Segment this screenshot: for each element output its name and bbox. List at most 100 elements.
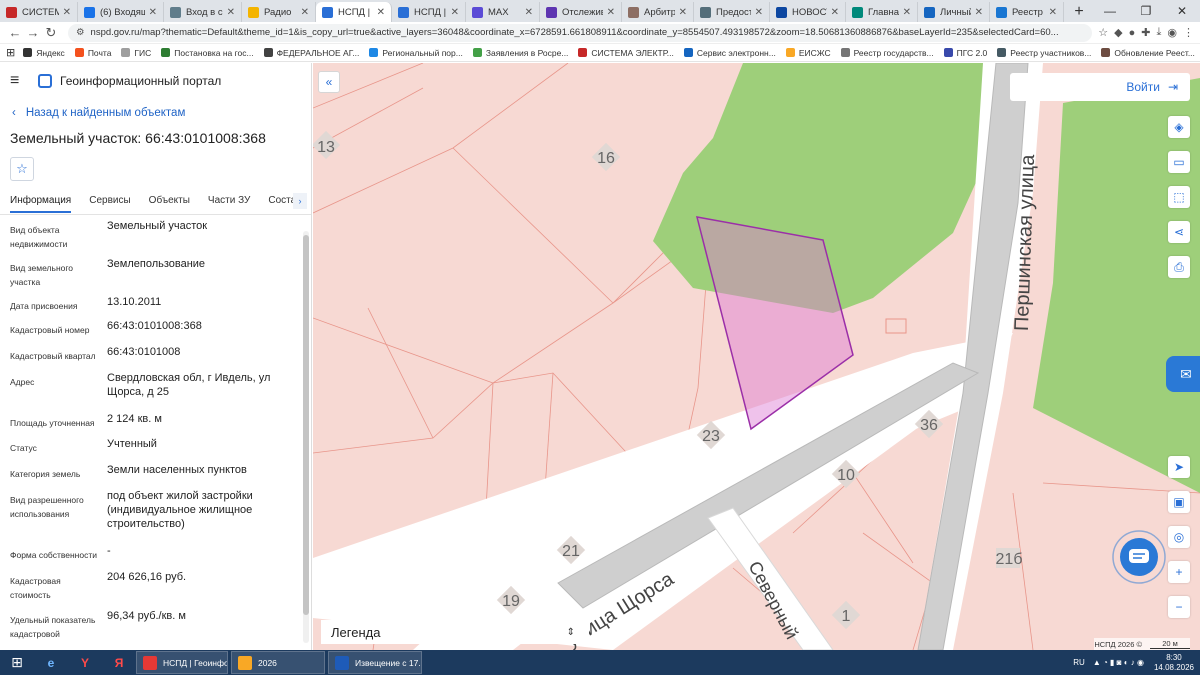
bookmark-item[interactable]: Обновление Реест... xyxy=(1101,48,1195,58)
browser-tab[interactable]: НСПД | Ф✕ xyxy=(392,2,466,22)
start-button[interactable]: ⊞ xyxy=(0,650,34,675)
tab-close-icon[interactable]: ✕ xyxy=(827,7,839,18)
taskbar-app[interactable]: НСПД | Геоинфо... xyxy=(136,651,228,674)
attribute-value[interactable]: - xyxy=(107,544,287,558)
legend-panel[interactable]: Легенда ⇕ xyxy=(321,620,589,644)
browser-tab[interactable]: НОВОСТИ✕ xyxy=(770,2,846,22)
language-indicator[interactable]: RU xyxy=(1073,658,1085,667)
tab-close-icon[interactable]: ✕ xyxy=(603,7,615,18)
hamburger-menu-icon[interactable]: ≡ xyxy=(10,72,30,90)
profile-icon[interactable]: ◉ xyxy=(1167,26,1177,39)
clock[interactable]: 8:30 14.08.2026 xyxy=(1154,653,1194,673)
browser-tab[interactable]: Главная с✕ xyxy=(846,2,918,22)
bookmark-item[interactable]: ГИС xyxy=(121,48,151,58)
login-button[interactable]: Войти ⇥ xyxy=(1010,73,1190,101)
attribute-value[interactable]: Земельный участок xyxy=(107,219,287,233)
panel-tab[interactable]: Части ЗУ xyxy=(208,193,250,211)
tab-close-icon[interactable]: ✕ xyxy=(59,7,71,18)
browser-tab[interactable]: MAX ✕ xyxy=(466,2,540,22)
share-tool-button[interactable]: ⋖ xyxy=(1168,221,1190,243)
extension-icon[interactable]: ● xyxy=(1129,27,1136,39)
menu-dots-icon[interactable]: ⋮ xyxy=(1183,26,1194,39)
map-view[interactable]: Першинская улица улица Щорса Северный 13… xyxy=(313,63,1200,650)
bookmark-item[interactable]: Яндекс xyxy=(23,48,65,58)
tab-close-icon[interactable]: ✕ xyxy=(373,7,385,18)
browser-tab[interactable]: (6) Входящ ✕ xyxy=(78,2,164,22)
panel-tab[interactable]: Сервисы xyxy=(89,193,130,211)
tray-icons[interactable]: ▲ ◔ ▮ ◙ ◐ ♪ ◉ xyxy=(1093,658,1144,667)
yandex-icon[interactable]: Y xyxy=(68,650,102,675)
panel-tab[interactable]: Информация xyxy=(10,193,72,213)
tab-close-icon[interactable]: ✕ xyxy=(971,7,983,18)
puzzle-icon[interactable]: ✚ xyxy=(1141,26,1150,39)
attribute-value[interactable]: 13.10.2011 xyxy=(107,295,287,309)
zoom-in-button[interactable]: + xyxy=(1168,561,1190,583)
bookmark-item[interactable]: СИСТЕМА ЭЛЕКТР... xyxy=(578,48,674,58)
bookmark-item[interactable]: Заявления в Росре... xyxy=(472,48,568,58)
bookmark-item[interactable]: Почта xyxy=(74,48,111,58)
scrollbar-thumb[interactable] xyxy=(303,235,309,615)
collapse-panel-button[interactable]: « xyxy=(318,71,340,93)
attribute-value[interactable]: 66:43:0101008:368 xyxy=(107,319,287,333)
browser-tab[interactable]: Реестр из✕ xyxy=(990,2,1064,22)
back-icon[interactable]: ← xyxy=(6,25,24,40)
layers-tool-button[interactable]: ◈ xyxy=(1168,116,1190,138)
browser-tab[interactable]: Радио ✕ xyxy=(242,2,316,22)
zoom-out-button[interactable]: − xyxy=(1168,596,1190,618)
attribute-value[interactable]: Землепользование xyxy=(107,257,287,271)
attribute-value[interactable]: Учтенный xyxy=(107,437,287,451)
geolocation-button[interactable]: ➤ xyxy=(1168,456,1190,478)
bookmark-item[interactable]: ЕИСЖС xyxy=(785,48,831,58)
close-window-icon[interactable]: ✕ xyxy=(1164,0,1200,22)
extension-icon[interactable]: ◆ xyxy=(1114,26,1122,39)
attribute-value[interactable]: Земли населенных пунктов xyxy=(107,463,287,477)
tab-close-icon[interactable]: ✕ xyxy=(899,7,911,18)
bookmark-item[interactable]: Сервис электронн... xyxy=(683,48,776,58)
tabs-scroll-right-icon[interactable]: › xyxy=(293,193,307,209)
bookmark-item[interactable]: ФЕДЕРАЛЬНОЕ АГ... xyxy=(263,48,359,58)
yandex-browser-icon[interactable]: Я xyxy=(102,650,136,675)
basemap-button[interactable]: ▣ xyxy=(1168,491,1190,513)
browser-tab[interactable]: СИСТЕМА✕ xyxy=(0,2,78,22)
attribute-value[interactable]: 204 626,16 руб. xyxy=(107,570,287,584)
measure-tool-button[interactable]: ▭ xyxy=(1168,151,1190,173)
site-info-icon[interactable]: ⚙ xyxy=(76,27,85,38)
tab-close-icon[interactable]: ✕ xyxy=(145,7,157,18)
add-bookmark-icon[interactable]: ⊞ xyxy=(6,46,15,59)
bookmark-item[interactable]: Реестр государств... xyxy=(840,48,934,58)
tab-close-icon[interactable]: ✕ xyxy=(751,7,763,18)
taskbar-app[interactable]: Извещение с 17... xyxy=(328,651,422,674)
tab-close-icon[interactable]: ✕ xyxy=(223,7,235,18)
reload-icon[interactable]: ↻ xyxy=(42,25,60,41)
tab-close-icon[interactable]: ✕ xyxy=(675,7,687,18)
browser-tab[interactable]: Арбитраж✕ xyxy=(622,2,694,22)
attribute-value[interactable]: 96,34 руб./кв. м xyxy=(107,609,287,623)
minimize-icon[interactable]: — xyxy=(1092,0,1128,22)
download-icon[interactable]: ⤓ xyxy=(1157,26,1162,39)
bookmark-star-icon[interactable]: ☆ xyxy=(1098,26,1108,39)
browser-tab[interactable]: Личный к✕ xyxy=(918,2,990,22)
tab-close-icon[interactable]: ✕ xyxy=(447,7,459,18)
tab-close-icon[interactable]: ✕ xyxy=(521,7,533,18)
print-tool-button[interactable]: ⎙ xyxy=(1168,256,1190,278)
bookmark-item[interactable]: ПГС 2.0 xyxy=(943,48,987,58)
maximize-icon[interactable]: ❐ xyxy=(1128,0,1164,22)
browser-tab[interactable]: НСПД | Ге✕ xyxy=(316,2,392,22)
bookmark-item[interactable]: Региональный пор... xyxy=(369,48,463,58)
place-search-button[interactable]: ◎ xyxy=(1168,526,1190,548)
browser-tab[interactable]: Предоста✕ xyxy=(694,2,770,22)
attribute-value[interactable]: 2 124 кв. м xyxy=(107,412,287,426)
side-panel-toggle[interactable]: ✉ xyxy=(1166,356,1200,392)
taskbar-app[interactable]: 2026 xyxy=(231,651,325,674)
bookmark-item[interactable]: Реестр участников... xyxy=(997,48,1091,58)
browser-tab[interactable]: Отслежив ✕ xyxy=(540,2,622,22)
select-tool-button[interactable]: ⬚ xyxy=(1168,186,1190,208)
panel-tab[interactable]: Объекты xyxy=(149,193,190,211)
forward-icon[interactable]: → xyxy=(24,25,42,40)
internet-explorer-icon[interactable]: e xyxy=(34,650,68,675)
tab-close-icon[interactable]: ✕ xyxy=(297,7,309,18)
back-to-results-link[interactable]: ‹ Назад к найденным объектам xyxy=(0,107,311,119)
attribute-value[interactable]: Свердловская обл, г Ивдель, ул Щорса, д … xyxy=(107,371,287,399)
bookmark-item[interactable]: Постановка на гос... xyxy=(161,48,254,58)
panel-scrollbar[interactable] xyxy=(303,231,309,643)
